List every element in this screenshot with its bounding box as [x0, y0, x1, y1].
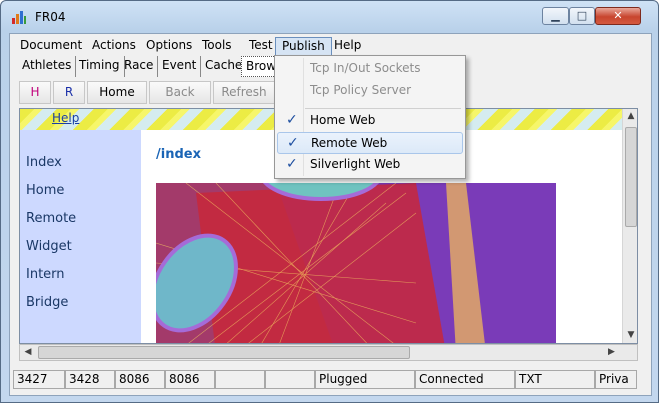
- r-label: R: [64, 85, 74, 99]
- menu-item-home-web[interactable]: ✓ Home Web: [277, 110, 463, 132]
- maximize-icon: □: [576, 9, 588, 22]
- tab-athletes[interactable]: Athletes: [18, 56, 77, 77]
- app-chart-icon: [12, 11, 26, 24]
- status-pane-6: [265, 370, 315, 389]
- nav-link-intern[interactable]: Intern: [26, 267, 65, 282]
- menu-item-label: Home Web: [310, 113, 376, 127]
- menu-tools[interactable]: Tools: [196, 37, 238, 56]
- page-artwork-image: [156, 183, 556, 343]
- menu-item-label: Remote Web: [311, 136, 388, 150]
- r-button[interactable]: R: [53, 81, 85, 104]
- menu-item-silverlight-web[interactable]: ✓ Silverlight Web: [277, 154, 463, 176]
- page-sidenav: Index Home Remote Widget Intern Bridge: [20, 130, 141, 343]
- close-icon: ✕: [613, 9, 623, 22]
- menu-item-tcp-sockets[interactable]: Tcp In/Out Sockets: [277, 58, 463, 80]
- status-pane-1: 3427: [13, 370, 65, 389]
- status-pane-2: 3428: [65, 370, 115, 389]
- refresh-button[interactable]: Refresh: [213, 81, 275, 104]
- scroll-up-icon[interactable]: ▲: [623, 109, 637, 125]
- status-pane-5: [215, 370, 265, 389]
- tab-race[interactable]: Race: [120, 56, 159, 77]
- scroll-right-icon[interactable]: ▶: [603, 345, 620, 360]
- menu-document[interactable]: Document: [14, 37, 88, 56]
- menu-bar: Document Actions Options Tools Test Publ…: [10, 36, 651, 56]
- horizontal-scrollbar[interactable]: ◀ ▶: [19, 344, 638, 361]
- help-link[interactable]: Help: [52, 111, 79, 125]
- scroll-left-icon[interactable]: ◀: [20, 345, 36, 360]
- home-button[interactable]: Home: [87, 81, 147, 104]
- nav-link-remote[interactable]: Remote: [26, 211, 76, 226]
- check-icon: ✓: [287, 135, 299, 151]
- vertical-scroll-thumb[interactable]: [625, 127, 637, 227]
- horizontal-scroll-thumb[interactable]: [38, 346, 410, 359]
- menu-item-tcp-policy[interactable]: Tcp Policy Server: [277, 80, 463, 102]
- nav-link-index[interactable]: Index: [26, 155, 62, 170]
- back-button[interactable]: Back: [149, 81, 211, 104]
- app-window: FR04 ▁ □ ✕ Document Actions Options Tool…: [0, 0, 659, 403]
- maximize-button[interactable]: □: [569, 7, 595, 25]
- menu-actions[interactable]: Actions: [86, 37, 142, 56]
- vertical-scrollbar[interactable]: ▲ ▼: [622, 109, 637, 343]
- status-pane-priva: Priva: [595, 370, 637, 389]
- page-heading: /index: [156, 147, 201, 162]
- status-pane-3: 8086: [115, 370, 165, 389]
- menu-help[interactable]: Help: [328, 37, 367, 56]
- menu-separator: [305, 108, 461, 109]
- scroll-down-icon[interactable]: ▼: [623, 328, 637, 343]
- title-bar[interactable]: FR04 ▁ □ ✕: [1, 1, 658, 33]
- status-pane-plugged: Plugged: [315, 370, 415, 389]
- nav-link-widget[interactable]: Widget: [26, 239, 72, 254]
- tab-strip: Athletes Timing Race Event Cache Browser: [9, 56, 289, 77]
- tab-timing[interactable]: Timing: [75, 56, 125, 77]
- menu-item-label: Silverlight Web: [310, 157, 401, 171]
- minimize-icon: ▁: [551, 9, 560, 22]
- check-icon: ✓: [286, 156, 298, 172]
- menu-test[interactable]: Test: [243, 37, 279, 56]
- publish-dropdown-menu: Tcp In/Out Sockets Tcp Policy Server ✓ Ho…: [274, 55, 466, 179]
- status-pane-4: 8086: [165, 370, 215, 389]
- menu-item-remote-web[interactable]: ✓ Remote Web: [277, 132, 463, 154]
- h-label: H: [30, 85, 40, 99]
- status-bar: 3427 3428 8086 8086 Plugged Connected TX…: [9, 370, 652, 390]
- minimize-button[interactable]: ▁: [542, 7, 569, 25]
- menu-options[interactable]: Options: [140, 37, 198, 56]
- window-title: FR04: [35, 10, 66, 24]
- h-button[interactable]: H: [19, 81, 51, 104]
- nav-link-home[interactable]: Home: [26, 183, 64, 198]
- nav-link-bridge[interactable]: Bridge: [26, 295, 68, 310]
- menu-publish[interactable]: Publish: [275, 37, 332, 56]
- check-icon: ✓: [286, 112, 298, 128]
- close-button[interactable]: ✕: [595, 7, 641, 25]
- status-pane-connected: Connected: [415, 370, 515, 389]
- tab-event[interactable]: Event: [158, 56, 202, 77]
- status-pane-txt: TXT: [515, 370, 595, 389]
- menu-item-label: Tcp Policy Server: [310, 83, 412, 97]
- menu-item-label: Tcp In/Out Sockets: [310, 61, 421, 75]
